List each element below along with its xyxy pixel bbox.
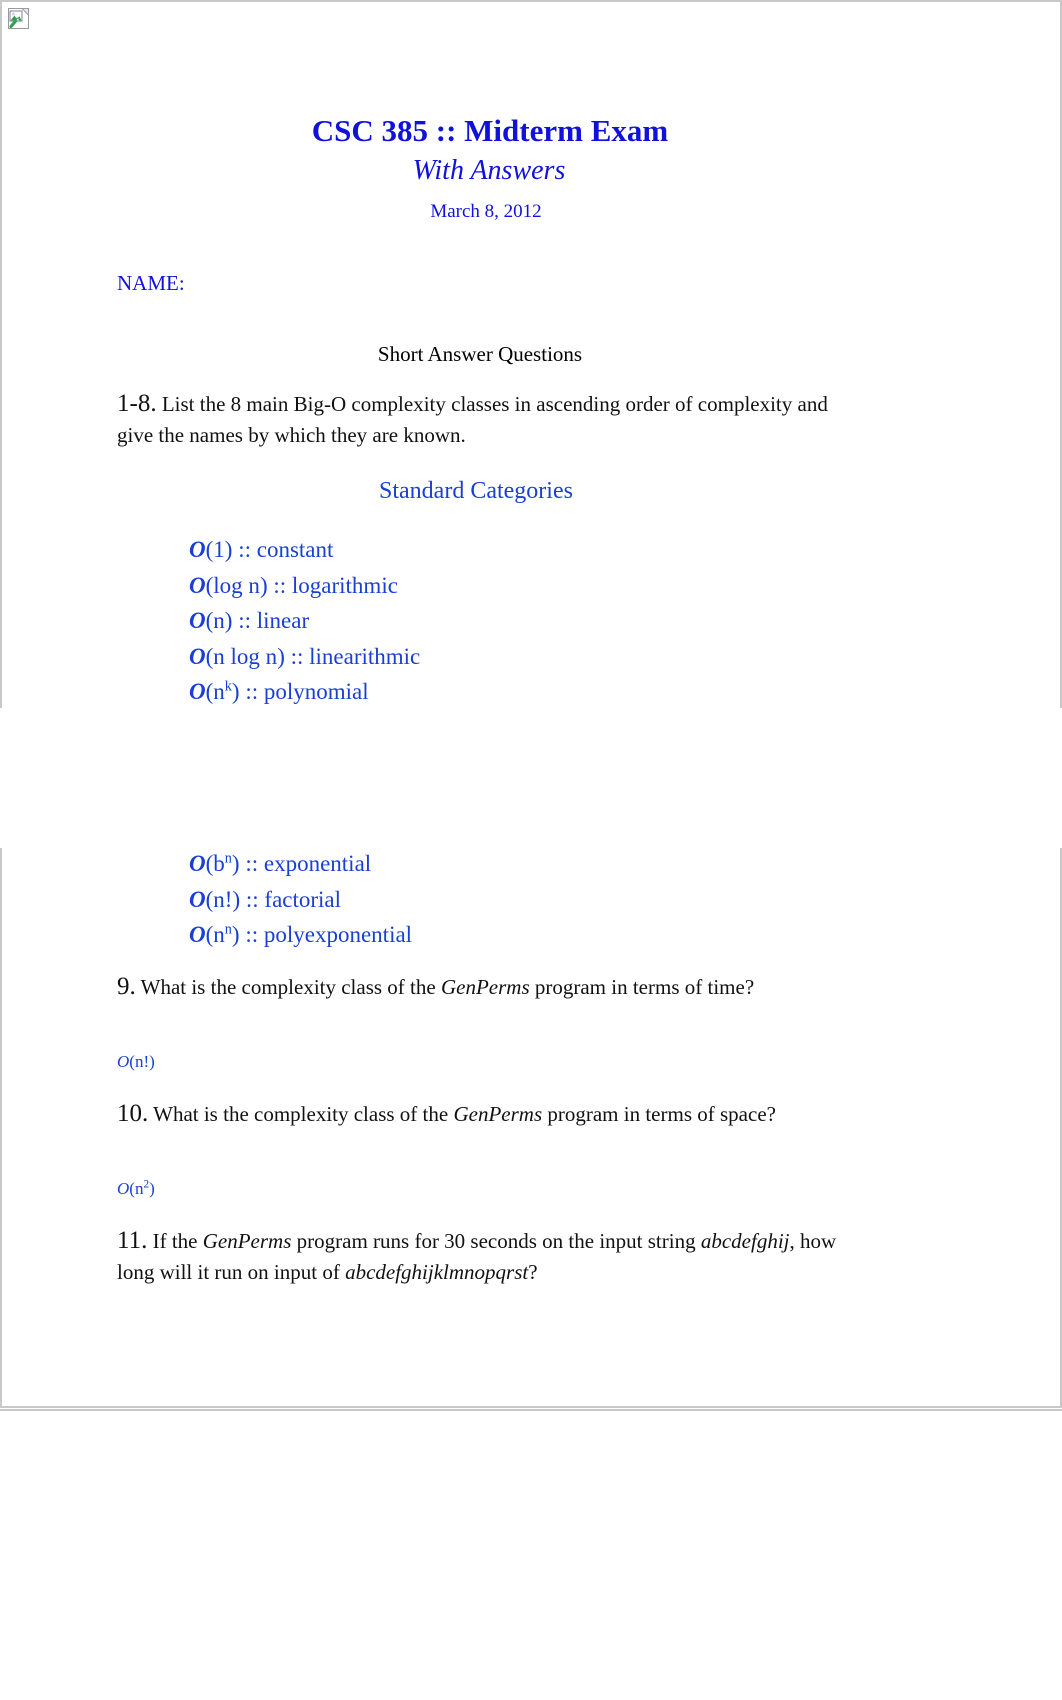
big-o-argument: (n (205, 679, 225, 704)
input-string-emphasis-short: abcdefghij (700, 1229, 790, 1253)
big-o-close: ) :: (232, 886, 265, 912)
complexity-class-item: O(n!) :: factorial (189, 882, 412, 918)
answer-heading-standard-categories: Standard Categories (379, 478, 573, 504)
program-name-emphasis: GenPerms (202, 1229, 292, 1253)
big-o-symbol: O (189, 886, 206, 912)
big-o-exponent: n (224, 850, 232, 867)
complexity-class-name: polynomial (263, 679, 369, 704)
big-o-symbol: O (189, 851, 206, 876)
input-string-emphasis-long: abcdefghijklmnopqrst (345, 1260, 529, 1284)
big-o-close: ) :: (259, 572, 292, 598)
question-10: 10. What is the complexity class of the … (117, 1098, 852, 1130)
complexity-class-name: linear (256, 608, 310, 633)
big-o-argument: (log n (205, 572, 260, 598)
question-text-after: program in terms of space? (542, 1102, 776, 1126)
big-o-exponent: k (224, 678, 232, 695)
question-number: 11. (117, 1227, 148, 1254)
question-text-d: ? (528, 1260, 538, 1284)
program-name-emphasis: GenPerms (440, 975, 530, 999)
complexity-class-name: linearithmic (309, 643, 421, 669)
question-text-before: What is the complexity class of the (148, 1102, 454, 1126)
big-o-close: ) :: (224, 537, 257, 562)
answer-question-10: O(n2) (117, 1179, 155, 1199)
question-11: 11. If the GenPerms program runs for 30 … (117, 1225, 877, 1288)
big-o-argument: (1 (205, 537, 225, 562)
complexity-class-item: O(nn) :: polyexponential (189, 917, 412, 953)
big-o-close: ) :: (277, 643, 310, 669)
big-o-close: ) :: (224, 608, 257, 633)
complexity-class-name: polyexponential (263, 922, 413, 947)
big-o-argument: (n log n (205, 643, 278, 669)
question-text-after: program in terms of time? (529, 975, 755, 999)
question-number: 10. (117, 1100, 149, 1127)
big-o-argument: (b (205, 851, 225, 876)
question-text-b: program runs for 30 seconds on the input… (291, 1229, 701, 1253)
big-o-close: ) :: (231, 679, 264, 704)
big-o-symbol: O (189, 608, 206, 633)
big-o-symbol: O (189, 679, 206, 704)
complexity-class-item: O(log n) :: logarithmic (189, 568, 420, 604)
page-subtitle: With Answers (412, 155, 566, 186)
big-o-close: ) :: (231, 851, 264, 876)
question-9: 9. What is the complexity class of the G… (117, 971, 852, 1003)
big-o-argument: (n!) (129, 1052, 155, 1071)
big-o-symbol: O (189, 572, 206, 598)
page-title: CSC 385 :: Midterm Exam (311, 113, 669, 148)
question-text-before: What is the complexity class of the (135, 975, 441, 999)
question-number: 1-8. (117, 390, 157, 417)
complexity-class-name: exponential (263, 851, 372, 876)
complexity-class-item: O(1) :: constant (189, 532, 420, 568)
answer-question-9: O(n!) (117, 1052, 155, 1072)
complexity-class-item: O(n log n) :: linearithmic (189, 639, 420, 675)
complexity-class-item: O(n) :: linear (189, 603, 420, 639)
big-o-open: (n (129, 1179, 144, 1198)
big-o-symbol: O (189, 537, 206, 562)
big-o-symbol: O (189, 922, 206, 947)
complexity-class-name: factorial (264, 886, 342, 912)
complexity-class-list-group-one: O(1) :: constant O(log n) :: logarithmic O… (189, 532, 420, 710)
big-o-argument: (n! (205, 886, 233, 912)
name-label: NAME: (117, 271, 185, 295)
complexity-class-name: logarithmic (291, 572, 398, 598)
complexity-class-list-group-two: O(bn) :: exponential O(n!) :: factorial O(… (189, 846, 412, 953)
complexity-class-item: O(bn) :: exponential (189, 846, 412, 882)
question-number: 9. (117, 973, 136, 1000)
section-heading: Short Answer Questions (377, 342, 583, 366)
broken-image-icon (8, 8, 29, 29)
exam-date: March 8, 2012 (430, 201, 542, 222)
complexity-class-name: constant (256, 537, 334, 562)
page-bottom-rule (0, 1409, 1062, 1411)
question-text: List the 8 main Big-O complexity classes… (117, 392, 828, 447)
big-o-symbol: O (189, 643, 206, 669)
big-o-close: ) :: (231, 922, 264, 947)
big-o-symbol: O (117, 1052, 130, 1071)
big-o-argument: (n (205, 922, 225, 947)
question-text-a: If the (147, 1229, 203, 1253)
question-1-8: 1-8. List the 8 main Big-O complexity cl… (117, 388, 852, 451)
big-o-exponent: n (224, 921, 232, 938)
complexity-class-item: O(nk) :: polynomial (189, 674, 420, 710)
program-name-emphasis: GenPerms (453, 1102, 543, 1126)
big-o-close: ) (149, 1179, 155, 1198)
big-o-symbol: O (117, 1179, 130, 1198)
big-o-argument: (n (205, 608, 225, 633)
